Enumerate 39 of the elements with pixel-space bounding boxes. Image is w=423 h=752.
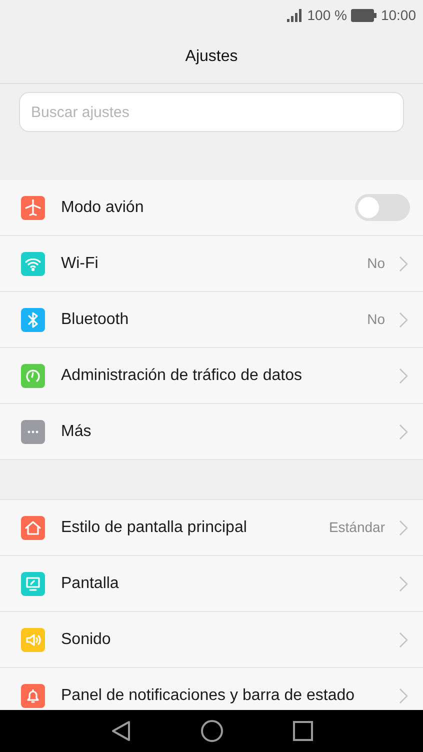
chevron-icon <box>399 576 408 592</box>
item-value: No <box>367 254 385 273</box>
home-button-icon[interactable] <box>200 720 222 742</box>
settings-item[interactable]: Más <box>0 404 423 460</box>
settings-item[interactable]: Wi-Fi No <box>0 236 423 292</box>
item-value: No <box>367 310 385 329</box>
recents-icon[interactable] <box>292 721 312 741</box>
settings-item[interactable]: Administración de tráfico de datos <box>0 348 423 404</box>
item-label: Estilo de pantalla principal <box>61 518 248 538</box>
item-label: Modo avión <box>61 198 145 218</box>
settings-item[interactable]: Panel de notificaciones y barra de estado <box>0 668 423 710</box>
chevron-icon <box>399 424 408 440</box>
clock: 10:00 <box>380 6 416 24</box>
chevron-icon <box>399 632 408 648</box>
screen-title: Ajustes <box>185 46 238 66</box>
chevron-icon <box>399 368 408 384</box>
chevron-icon <box>399 520 408 536</box>
settings-item[interactable]: Sonido <box>0 612 423 668</box>
back-icon[interactable] <box>110 720 130 742</box>
search-field[interactable]: Buscar ajustes <box>19 92 404 132</box>
toggle-switch[interactable] <box>355 194 410 221</box>
item-label: Panel de notificaciones y barra de estado <box>61 686 356 706</box>
chevron-icon <box>399 688 408 704</box>
settings-item[interactable]: Pantalla <box>0 556 423 612</box>
item-label: Más <box>61 422 92 442</box>
settings-item[interactable]: Bluetooth No <box>0 292 423 348</box>
chevron-icon <box>399 256 408 272</box>
battery-icon <box>350 8 377 22</box>
item-label: Sonido <box>61 630 112 650</box>
settings-item[interactable]: Estilo de pantalla principal Estándar <box>0 500 423 556</box>
signal-icon <box>287 8 304 22</box>
item-value: Estándar <box>328 518 385 537</box>
item-label: Administración de tráfico de datos <box>61 366 304 386</box>
battery-percent: 100 % <box>307 6 347 24</box>
chevron-icon <box>399 312 408 328</box>
item-label: Bluetooth <box>61 310 130 330</box>
item-label: Pantalla <box>61 574 120 594</box>
item-label: Wi-Fi <box>61 254 100 274</box>
settings-item[interactable]: Modo avión <box>0 180 423 236</box>
